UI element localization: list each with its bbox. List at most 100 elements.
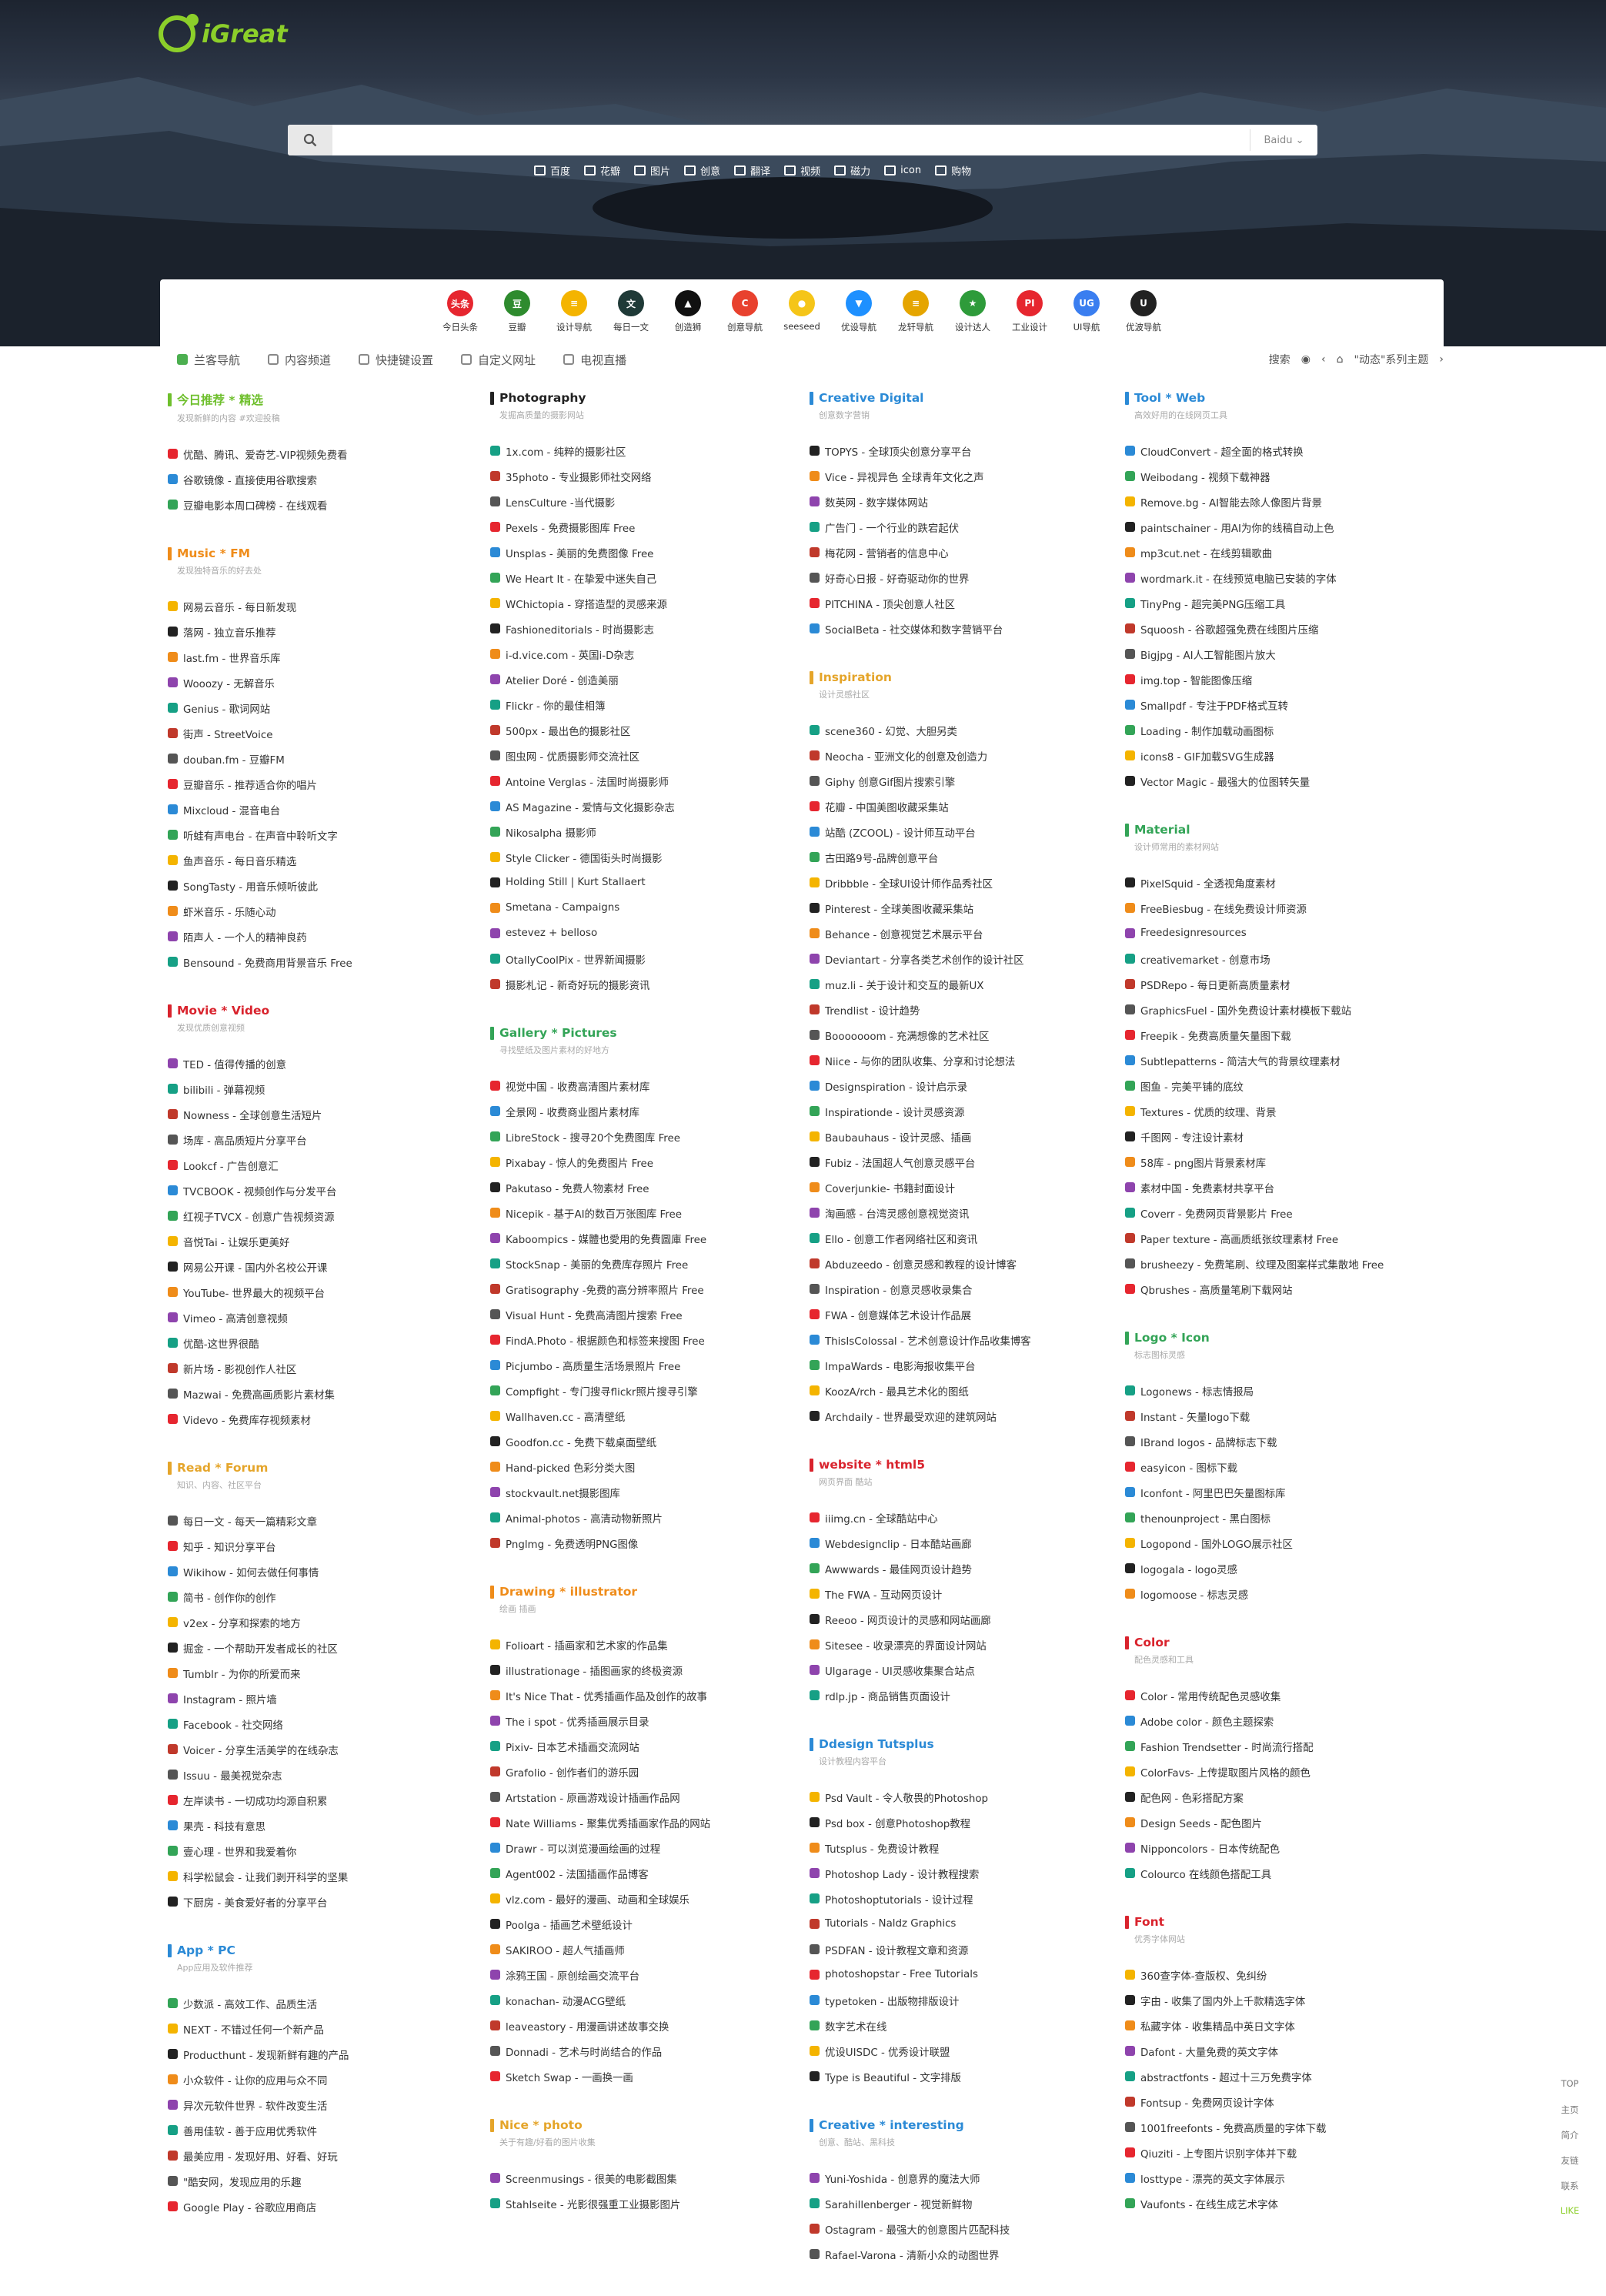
link-item[interactable]: Inspiration - 创意灵感收录集合 — [810, 1276, 1110, 1302]
category-title[interactable]: Gallery * Pictures — [499, 1026, 617, 1040]
link-item[interactable]: paintschainer - 用AI为你的线稿自动上色 — [1125, 514, 1425, 540]
link-item[interactable]: Wallhaven.cc - 高清壁纸 — [490, 1403, 790, 1429]
category-title[interactable]: Font — [1134, 1915, 1164, 1929]
category-title[interactable]: App * PC — [177, 1943, 235, 1957]
link-item[interactable]: douban.fm - 豆瓣FM — [168, 746, 468, 771]
link-item[interactable]: PITCHINA - 顶尖创意人社区 — [810, 590, 1110, 616]
link-item[interactable]: Colourco 在线颜色搭配工具 — [1125, 1860, 1425, 1886]
link-item[interactable]: 视觉中国 - 收费高清图片素材库 — [490, 1073, 790, 1098]
link-item[interactable]: 科学松鼠会 - 让我们剥开科学的坚果 — [168, 1863, 468, 1889]
link-item[interactable]: mp3cut.net - 在线剪辑歌曲 — [1125, 540, 1425, 565]
link-item[interactable]: 全景网 - 收费商业图片素材库 — [490, 1098, 790, 1124]
side-link[interactable]: 联系 — [1547, 2180, 1593, 2205]
link-item[interactable]: leaveastory - 用漫画讲述故事交换 — [490, 2013, 790, 2038]
category-title[interactable]: Material — [1134, 823, 1190, 837]
link-item[interactable]: Logopond - 国外LOGO展示社区 — [1125, 1530, 1425, 1556]
side-link[interactable]: 主页 — [1547, 2104, 1593, 2129]
link-item[interactable]: iiimg.cn - 全球酷站中心 — [810, 1505, 1110, 1530]
link-item[interactable]: 每日一文 - 每天一篇精彩文章 — [168, 1508, 468, 1533]
link-item[interactable]: 左岸读书 - 一切成功均源自积累 — [168, 1787, 468, 1813]
link-item[interactable]: 千图网 - 专注设计素材 — [1125, 1124, 1425, 1149]
link-item[interactable]: icons8 - GIF加载SVG生成器 — [1125, 743, 1425, 768]
link-item[interactable]: Wikihow - 如何去做任何事情 — [168, 1559, 468, 1584]
link-item[interactable]: Type is Beautiful - 文字排版 — [810, 2064, 1110, 2089]
link-item[interactable]: TVCBOOK - 视频创作与分发平台 — [168, 1178, 468, 1203]
link-item[interactable]: Goodfon.cc - 免费下载桌面壁纸 — [490, 1429, 790, 1454]
link-item[interactable]: Pakutaso - 免费人物素材 Free — [490, 1175, 790, 1200]
link-item[interactable]: Genius - 歌词网站 — [168, 695, 468, 720]
link-item[interactable]: OtallyCoolPix - 世界新闻摄影 — [490, 946, 790, 971]
link-item[interactable]: 摄影札记 - 新奇好玩的摄影资讯 — [490, 971, 790, 997]
link-item[interactable]: Bigjpg - AI人工智能图片放大 — [1125, 641, 1425, 667]
link-item[interactable]: Psd box - 创意Photoshop教程 — [810, 1810, 1110, 1835]
link-item[interactable]: Coverr - 免费网页背景影片 Free — [1125, 1200, 1425, 1225]
tab-item[interactable]: 兰客导航 — [177, 352, 240, 368]
link-item[interactable]: 数字艺术在线 — [810, 2013, 1110, 2038]
side-link[interactable]: 友链 — [1547, 2154, 1593, 2180]
side-link[interactable]: TOP — [1547, 2078, 1593, 2104]
link-item[interactable]: 虾米音乐 - 乐随心动 — [168, 898, 468, 924]
link-item[interactable]: Subtlepatterns - 简洁大气的背景纹理素材 — [1125, 1048, 1425, 1073]
link-item[interactable]: Holding Still | Kurt Stallaert — [490, 870, 790, 895]
link-item[interactable]: Compfight - 专门搜寻flickr照片搜寻引擎 — [490, 1378, 790, 1403]
link-item[interactable]: 壹心理 - 世界和我爱着你 — [168, 1838, 468, 1863]
top-nav-item[interactable]: 豆豆瓣 — [496, 290, 538, 333]
link-item[interactable]: Vaufonts - 在线生成艺术字体 — [1125, 2191, 1425, 2216]
top-nav-item[interactable]: C 创意导航 — [724, 290, 766, 333]
quick-link[interactable]: 图片 — [634, 163, 670, 178]
link-item[interactable]: LensCulture -当代摄影 — [490, 489, 790, 514]
link-item[interactable]: Ulgarage - UI灵感收集聚合站点 — [810, 1657, 1110, 1683]
link-item[interactable]: Pixiv- 日本艺术插画交流网站 — [490, 1733, 790, 1759]
link-item[interactable]: 淘画感 - 台湾灵感创意视觉资讯 — [810, 1200, 1110, 1225]
series-theme-link[interactable]: "动态"系列主题 — [1354, 352, 1429, 367]
search-icon[interactable] — [288, 125, 332, 155]
link-item[interactable]: 数英网 - 数字媒体网站 — [810, 489, 1110, 514]
category-title[interactable]: Read * Forum — [177, 1461, 268, 1475]
link-item[interactable]: last.fm - 世界音乐库 — [168, 644, 468, 670]
eye-icon[interactable]: ◉ — [1301, 353, 1311, 366]
category-title[interactable]: Music * FM — [177, 546, 250, 560]
top-nav-item[interactable]: ≡ 设计导航 — [553, 290, 595, 333]
link-item[interactable]: Tutorials - Naldz Graphics — [810, 1911, 1110, 1937]
link-item[interactable]: LibreStock - 搜寻20个免费图库 Free — [490, 1124, 790, 1149]
link-item[interactable]: img.top - 智能图像压缩 — [1125, 667, 1425, 692]
link-item[interactable]: 鱼声音乐 - 每日音乐精选 — [168, 847, 468, 873]
link-item[interactable]: Paper texture - 高画质纸张纹理素材 Free — [1125, 1225, 1425, 1251]
link-item[interactable]: We Heart It - 在挚爱中迷失自己 — [490, 565, 790, 590]
link-item[interactable]: ColorFavs- 上传提取图片风格的颜色 — [1125, 1759, 1425, 1784]
link-item[interactable]: Rafael-Varona - 清新小众的动图世界 — [810, 2241, 1110, 2267]
link-item[interactable]: 听蛙有声电台 - 在声音中聆听文字 — [168, 822, 468, 847]
link-item[interactable]: 善用佳软 - 善于应用优秀软件 — [168, 2117, 468, 2143]
category-title[interactable]: Inspiration — [819, 670, 892, 684]
link-item[interactable]: Pnglmg - 免费透明PNG图像 — [490, 1530, 790, 1556]
link-item[interactable]: Pixabay - 惊人的免费图片 Free — [490, 1149, 790, 1175]
link-item[interactable]: 场库 - 高品质短片分享平台 — [168, 1127, 468, 1152]
lock-icon[interactable]: ⌂ — [1337, 353, 1344, 366]
top-nav-item[interactable]: 文每日一文 — [610, 290, 652, 333]
chevron-right-icon[interactable]: › — [1439, 353, 1444, 366]
link-item[interactable]: 音悦Tai - 让娱乐更美好 — [168, 1228, 468, 1254]
link-item[interactable]: creativemarket - 创意市场 — [1125, 946, 1425, 971]
link-item[interactable]: Atelier Doré - 创造美丽 — [490, 667, 790, 692]
top-nav-item[interactable]: UG UI导航 — [1066, 290, 1107, 333]
link-item[interactable]: 花瓣 - 中国美图收藏采集站 — [810, 794, 1110, 819]
link-item[interactable]: Reeoo - 网页设计的灵感和网站画廊 — [810, 1606, 1110, 1632]
link-item[interactable]: muz.li - 关于设计和交互的最新UX — [810, 971, 1110, 997]
link-item[interactable]: scene360 - 幻觉、大胆另类 — [810, 717, 1110, 743]
link-item[interactable]: Nicepik - 基于AI的数百万张图库 Free — [490, 1200, 790, 1225]
link-item[interactable]: PSDRepo - 每日更新高质量素材 — [1125, 971, 1425, 997]
link-item[interactable]: Lookcf - 广告创意汇 — [168, 1152, 468, 1178]
top-nav-item[interactable]: U 优波导航 — [1123, 290, 1164, 333]
link-item[interactable]: 异次元软件世界 - 软件改变生活 — [168, 2092, 468, 2117]
top-nav-item[interactable]: ≡ 龙轩导航 — [895, 290, 937, 333]
link-item[interactable]: PSDFAN - 设计教程文章和资源 — [810, 1937, 1110, 1962]
link-item[interactable]: Issuu - 最美视觉杂志 — [168, 1762, 468, 1787]
link-item[interactable]: AS Magazine - 爱情与文化摄影杂志 — [490, 794, 790, 819]
link-item[interactable]: Sketch Swap - 一画换一画 — [490, 2064, 790, 2089]
link-item[interactable]: Tutsplus - 免费设计教程 — [810, 1835, 1110, 1860]
link-item[interactable]: 陌声人 - 一个人的精神良药 — [168, 924, 468, 949]
link-item[interactable]: Nipponcolors - 日本传统配色 — [1125, 1835, 1425, 1860]
category-title[interactable]: 今日推荐 * 精选 — [177, 391, 263, 408]
quick-link[interactable]: 翻译 — [734, 163, 770, 178]
link-item[interactable]: Remove.bg - AI智能去除人像图片背景 — [1125, 489, 1425, 514]
